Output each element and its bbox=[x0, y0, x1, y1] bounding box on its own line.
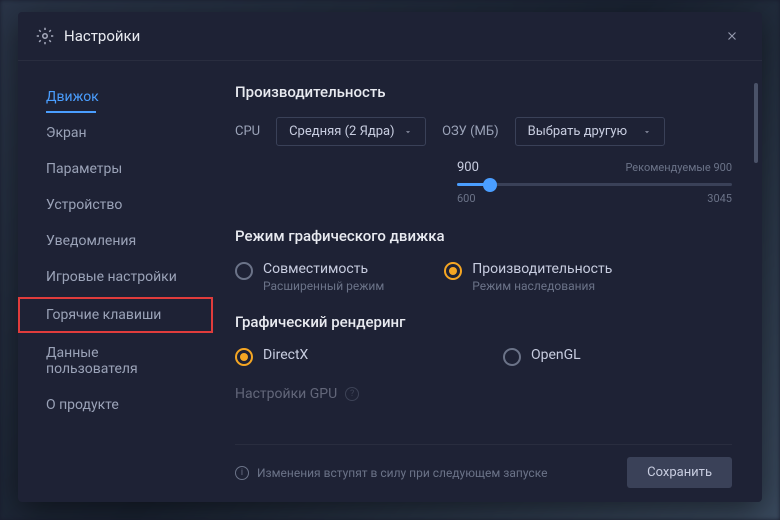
radio-icon bbox=[235, 262, 253, 280]
restart-notice: Изменения вступят в силу при следующем з… bbox=[257, 466, 547, 480]
nav-hotkeys[interactable]: Горячие клавиши bbox=[18, 297, 213, 333]
radio-perf-sub: Режим наследования bbox=[472, 279, 612, 293]
radio-directx[interactable]: DirectX bbox=[235, 347, 443, 366]
nav-device[interactable]: Устройство bbox=[18, 187, 213, 223]
settings-modal: Настройки Движок Экран Параметры Устройс… bbox=[18, 12, 762, 502]
gpu-title: Настройки GPU bbox=[235, 386, 337, 402]
titlebar: Настройки bbox=[18, 12, 762, 61]
slider-recommended: Рекомендуемые 900 bbox=[625, 161, 732, 174]
radio-directx-label: DirectX bbox=[263, 347, 443, 363]
slider-max: 3045 bbox=[707, 192, 732, 205]
slider-value: 900 bbox=[457, 160, 479, 175]
cpu-label: CPU bbox=[235, 124, 260, 139]
ram-slider[interactable] bbox=[457, 183, 732, 186]
nav-notifications[interactable]: Уведомления bbox=[18, 223, 213, 259]
save-button[interactable]: Сохранить bbox=[627, 457, 732, 488]
slider-min: 600 bbox=[457, 192, 476, 205]
radio-compat-label: Совместимость bbox=[263, 261, 384, 277]
sidebar: Движок Экран Параметры Устройство Уведом… bbox=[18, 61, 213, 502]
gear-icon bbox=[36, 27, 54, 45]
scrollbar[interactable] bbox=[754, 83, 758, 163]
footer: i Изменения вступят в силу при следующем… bbox=[235, 444, 732, 488]
nav-params[interactable]: Параметры bbox=[18, 151, 213, 187]
nav-about[interactable]: О продукте bbox=[18, 387, 213, 423]
close-icon bbox=[725, 29, 739, 43]
help-icon[interactable]: ? bbox=[345, 387, 359, 401]
chevron-down-icon bbox=[403, 127, 413, 137]
ram-slider-block: 900 Рекомендуемые 900 600 3045 bbox=[457, 160, 732, 205]
ram-select[interactable]: Выбрать другую bbox=[515, 117, 665, 146]
engine-mode-title: Режим графического движка bbox=[235, 227, 732, 245]
content-panel: Производительность CPU Средняя (2 Ядра) … bbox=[213, 61, 762, 502]
nav-userdata[interactable]: Данные пользователя bbox=[18, 335, 213, 387]
cpu-select[interactable]: Средняя (2 Ядра) bbox=[276, 117, 426, 146]
nav-engine[interactable]: Движок bbox=[18, 79, 213, 115]
ram-value: Выбрать другую bbox=[528, 124, 628, 139]
perf-title: Производительность bbox=[235, 83, 732, 101]
radio-icon bbox=[444, 262, 462, 280]
radio-perf[interactable]: Производительность Режим наследования bbox=[444, 261, 612, 293]
radio-compat-sub: Расширенный режим bbox=[263, 279, 384, 293]
modal-title: Настройки bbox=[64, 27, 720, 45]
radio-perf-label: Производительность bbox=[472, 261, 612, 277]
cpu-value: Средняя (2 Ядра) bbox=[289, 124, 395, 139]
nav-game-settings[interactable]: Игровые настройки bbox=[18, 259, 213, 295]
close-button[interactable] bbox=[720, 24, 744, 48]
gpu-settings: Настройки GPU ? bbox=[235, 386, 732, 402]
info-icon: i bbox=[235, 466, 249, 480]
slider-thumb[interactable] bbox=[483, 178, 497, 192]
chevron-down-icon bbox=[642, 127, 652, 137]
rendering-title: Графический рендеринг bbox=[235, 313, 732, 331]
ram-label: ОЗУ (МБ) bbox=[442, 124, 499, 139]
radio-compat[interactable]: Совместимость Расширенный режим bbox=[235, 261, 384, 293]
radio-opengl[interactable]: OpenGL bbox=[503, 347, 581, 366]
radio-opengl-label: OpenGL bbox=[531, 347, 581, 363]
radio-icon bbox=[235, 348, 253, 366]
radio-icon bbox=[503, 348, 521, 366]
nav-screen[interactable]: Экран bbox=[18, 115, 213, 151]
